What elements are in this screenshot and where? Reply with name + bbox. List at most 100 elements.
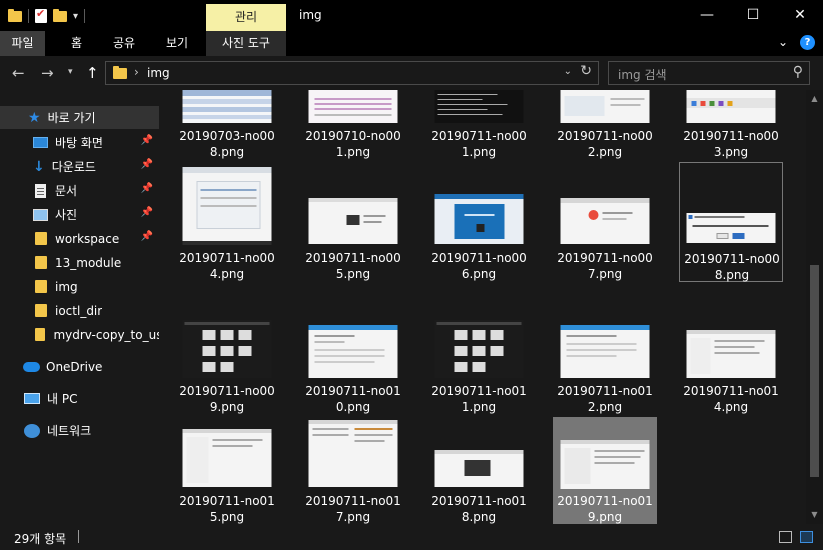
window-title: img [299, 8, 322, 22]
nav-label: 문서 [55, 184, 78, 198]
file-tile-selected[interactable]: 20190711-no01 9.png [553, 417, 657, 524]
file-tile[interactable]: 20190711-no01 5.png [175, 417, 279, 524]
pictures-icon [33, 208, 48, 221]
pin-icon[interactable]: 📌 [141, 135, 153, 146]
nav-quick-access[interactable]: ★ 바로 가기 [0, 106, 159, 129]
pin-icon[interactable]: 📌 [141, 207, 153, 218]
scroll-thumb[interactable] [810, 265, 819, 477]
file-tile[interactable]: 20190711-no01 1.png [427, 315, 531, 415]
large-icons-view-icon[interactable] [800, 531, 813, 543]
address-dropdown-icon[interactable]: ⌄ [564, 66, 572, 77]
tab-share[interactable]: 공유 [104, 31, 144, 56]
folder-icon[interactable] [8, 8, 22, 22]
nav-item-desktop[interactable]: 바탕 화면 📌 [0, 131, 159, 154]
tab-home[interactable]: 홈 [59, 31, 94, 56]
file-name: 20190711-no01 2.png [557, 384, 653, 414]
customize-qat-icon[interactable]: ▾ [73, 11, 78, 22]
search-input[interactable]: img 검색 ⚲ [608, 61, 810, 85]
tab-picture-tools[interactable]: 사진 도구 [206, 31, 286, 56]
nav-label: OneDrive [46, 359, 103, 374]
status-divider [78, 530, 79, 543]
tab-file[interactable]: 파일 [0, 31, 45, 56]
file-view[interactable]: 20190703-no00 8.png 20190710-no00 1.png 20… [159, 90, 804, 524]
details-view-icon[interactable] [779, 531, 792, 543]
nav-item-workspace[interactable]: workspace 📌 [0, 227, 159, 250]
file-tile[interactable]: 20190711-no00 3.png [679, 90, 783, 162]
nav-item-pictures[interactable]: 사진 📌 [0, 203, 159, 226]
file-name: 20190711-no00 7.png [557, 251, 653, 281]
file-tile[interactable]: 20190711-no00 5.png [301, 164, 405, 281]
scroll-down-icon[interactable]: ▼ [806, 510, 823, 519]
nav-item-mydrv-copy-to-user[interactable]: mydrv-copy_to_user [0, 323, 159, 346]
file-tile[interactable]: 20190711-no01 8.png [427, 417, 531, 524]
up-arrow-icon[interactable]: ↑ [86, 64, 99, 82]
recent-locations-icon[interactable]: ▾ [68, 67, 73, 77]
address-bar[interactable]: › img ⌄ ↻ [105, 61, 599, 85]
star-icon: ★ [28, 109, 41, 126]
forward-arrow-icon[interactable]: → [41, 64, 54, 82]
download-icon: ↓ [33, 158, 45, 175]
nav-label: 네트워크 [47, 424, 92, 438]
file-tile[interactable]: 20190711-no00 1.png [427, 90, 531, 162]
back-arrow-icon[interactable]: ← [12, 64, 25, 82]
folder-icon [35, 256, 47, 269]
file-thumbnail [308, 420, 398, 487]
nav-item-img[interactable]: img [0, 275, 159, 298]
pin-icon[interactable]: 📌 [141, 183, 153, 194]
file-name: 20190711-no01 5.png [179, 494, 275, 524]
pin-icon[interactable]: 📌 [141, 231, 153, 242]
folder-icon [35, 280, 47, 293]
search-placeholder: img 검색 [618, 68, 667, 82]
maximize-button[interactable]: ☐ [730, 0, 776, 31]
file-tile[interactable]: 20190711-no00 8.png [679, 162, 783, 282]
file-name: 20190711-no00 2.png [557, 129, 653, 159]
folder-icon [35, 232, 47, 245]
manage-tab[interactable]: 관리 [206, 4, 286, 31]
qat-divider [28, 9, 29, 23]
file-tile[interactable]: 20190711-no01 2.png [553, 315, 657, 415]
file-tile[interactable]: 20190711-no00 7.png [553, 164, 657, 281]
properties-icon[interactable] [35, 7, 47, 23]
status-bar: 29개 항목 [0, 524, 823, 550]
file-tile[interactable]: 20190711-no01 0.png [301, 315, 405, 415]
help-icon[interactable]: ? [800, 35, 815, 50]
file-thumbnail [560, 325, 650, 378]
nav-network[interactable]: 네트워크 [0, 419, 159, 442]
file-tile[interactable]: 20190711-no00 2.png [553, 90, 657, 162]
close-button[interactable]: ✕ [777, 0, 823, 31]
file-tile[interactable]: 20190711-no00 6.png [427, 164, 531, 281]
file-tile[interactable]: 20190703-no00 8.png [175, 90, 279, 162]
nav-label: img [55, 279, 78, 294]
address-row: ← → ▾ ↑ › img ⌄ ↻ img 검색 ⚲ [0, 56, 823, 90]
file-tile[interactable]: 20190711-no01 4.png [679, 315, 783, 415]
scroll-up-icon[interactable]: ▲ [806, 94, 823, 103]
vertical-scrollbar[interactable]: ▲ ▼ [806, 90, 823, 524]
nav-label: ioctl_dir [55, 303, 103, 318]
nav-item-documents[interactable]: 문서 📌 [0, 179, 159, 202]
nav-onedrive[interactable]: OneDrive [0, 355, 159, 378]
file-tile[interactable]: 20190711-no01 7.png [301, 417, 405, 524]
chevron-right-icon[interactable]: › [134, 65, 139, 79]
nav-label: workspace [55, 231, 120, 246]
file-name: 20190711-no00 6.png [431, 251, 527, 281]
refresh-icon[interactable]: ↻ [580, 63, 592, 79]
file-thumbnail [182, 429, 272, 487]
nav-item-ioctl-dir[interactable]: ioctl_dir [0, 299, 159, 322]
nav-this-pc[interactable]: 내 PC [0, 387, 159, 410]
search-icon[interactable]: ⚲ [793, 64, 803, 80]
cloud-icon [23, 361, 40, 372]
tab-view[interactable]: 보기 [157, 31, 197, 56]
nav-item-downloads[interactable]: ↓ 다운로드 📌 [0, 155, 159, 178]
minimize-button[interactable]: — [684, 0, 730, 31]
file-tile[interactable]: 20190711-no00 9.png [175, 315, 279, 415]
file-name: 20190711-no01 7.png [305, 494, 401, 524]
file-name: 20190711-no00 4.png [179, 251, 275, 281]
nav-label: mydrv-copy_to_user [53, 327, 159, 342]
pin-icon[interactable]: 📌 [141, 159, 153, 170]
file-tile[interactable]: 20190710-no00 1.png [301, 90, 405, 162]
nav-item-13-module[interactable]: 13_module [0, 251, 159, 274]
chevron-down-icon[interactable]: ⌄ [778, 35, 788, 50]
address-path[interactable]: img [147, 66, 170, 80]
file-tile[interactable]: 20190711-no00 4.png [175, 164, 279, 281]
new-folder-icon[interactable] [53, 8, 67, 22]
